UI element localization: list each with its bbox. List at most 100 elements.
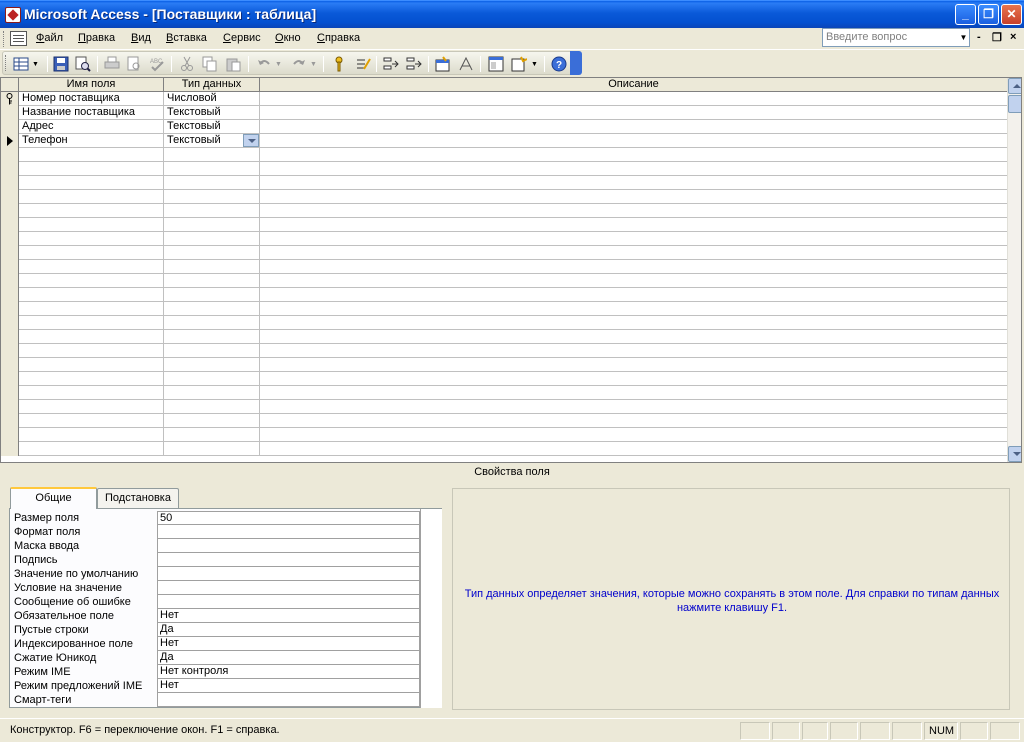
property-value-input[interactable]: Нет [157, 609, 420, 623]
new-object-dropdown-icon[interactable]: ▼ [531, 61, 538, 68]
view-dropdown-icon[interactable]: ▼ [32, 61, 39, 68]
description-cell[interactable] [260, 330, 1007, 344]
indexes-icon[interactable] [355, 56, 371, 72]
property-value-input[interactable]: Да [157, 623, 420, 637]
empty-field-row[interactable] [1, 204, 1007, 218]
field-name-cell[interactable]: Телефон [19, 134, 164, 148]
row-selector[interactable] [1, 358, 19, 372]
undo-icon[interactable] [256, 56, 272, 72]
field-name-cell[interactable] [19, 316, 164, 330]
field-name-cell[interactable]: Название поставщика [19, 106, 164, 120]
field-name-cell[interactable]: Номер поставщика [19, 92, 164, 106]
data-type-cell[interactable] [164, 288, 260, 302]
cut-icon[interactable] [179, 56, 195, 72]
field-name-cell[interactable] [19, 162, 164, 176]
field-name-cell[interactable] [19, 148, 164, 162]
row-selector[interactable] [1, 232, 19, 246]
data-type-cell[interactable] [164, 372, 260, 386]
header-data-type[interactable]: Тип данных [164, 78, 260, 92]
row-selector[interactable] [1, 148, 19, 162]
field-name-cell[interactable] [19, 176, 164, 190]
data-type-cell[interactable] [164, 302, 260, 316]
empty-field-row[interactable] [1, 414, 1007, 428]
tab-lookup[interactable]: Подстановка [97, 488, 179, 508]
copy-icon[interactable] [202, 56, 218, 72]
empty-field-row[interactable] [1, 148, 1007, 162]
help-dropdown-icon[interactable]: ▼ [958, 29, 969, 46]
description-cell[interactable] [260, 176, 1007, 190]
data-type-cell[interactable] [164, 442, 260, 456]
empty-field-row[interactable] [1, 190, 1007, 204]
property-value-input[interactable] [157, 539, 420, 553]
field-name-cell[interactable] [19, 190, 164, 204]
data-type-cell[interactable]: Текстовый [164, 106, 260, 120]
row-selector[interactable] [1, 386, 19, 400]
primary-key-icon[interactable] [331, 56, 347, 72]
description-cell[interactable] [260, 134, 1007, 148]
description-cell[interactable] [260, 274, 1007, 288]
data-type-cell[interactable] [164, 232, 260, 246]
undo-dropdown-icon[interactable]: ▼ [275, 61, 282, 68]
empty-field-row[interactable] [1, 372, 1007, 386]
empty-field-row[interactable] [1, 232, 1007, 246]
empty-field-row[interactable] [1, 330, 1007, 344]
description-cell[interactable] [260, 204, 1007, 218]
row-selector[interactable] [1, 316, 19, 330]
redo-dropdown-icon[interactable]: ▼ [310, 61, 317, 68]
empty-field-row[interactable] [1, 176, 1007, 190]
database-window-icon[interactable] [488, 56, 504, 72]
description-cell[interactable] [260, 260, 1007, 274]
row-selector[interactable] [1, 372, 19, 386]
menu-tools[interactable]: Сервис [223, 32, 261, 44]
empty-field-row[interactable] [1, 288, 1007, 302]
description-cell[interactable] [260, 190, 1007, 204]
data-type-cell[interactable] [164, 148, 260, 162]
data-type-cell[interactable]: Числовой [164, 92, 260, 106]
menu-help[interactable]: Справка [317, 32, 360, 44]
field-name-cell[interactable] [19, 428, 164, 442]
delete-rows-icon[interactable] [406, 56, 422, 72]
description-cell[interactable] [260, 428, 1007, 442]
field-row[interactable]: Номер поставщика Числовой [1, 92, 1007, 106]
field-row[interactable]: Название поставщика Текстовый [1, 106, 1007, 120]
mdi-minimize-button[interactable]: - [977, 31, 981, 43]
data-type-cell[interactable] [164, 358, 260, 372]
row-selector[interactable] [1, 400, 19, 414]
data-type-cell[interactable] [164, 344, 260, 358]
row-selector[interactable] [1, 414, 19, 428]
field-name-cell[interactable] [19, 414, 164, 428]
field-name-cell[interactable] [19, 372, 164, 386]
data-type-cell[interactable] [164, 428, 260, 442]
empty-field-row[interactable] [1, 302, 1007, 316]
description-cell[interactable] [260, 344, 1007, 358]
properties-icon[interactable] [435, 56, 451, 72]
field-name-cell[interactable] [19, 232, 164, 246]
data-type-cell[interactable] [164, 414, 260, 428]
row-selector[interactable] [1, 428, 19, 442]
data-type-cell[interactable] [164, 176, 260, 190]
row-selector[interactable] [1, 92, 19, 106]
paste-icon[interactable] [225, 56, 241, 72]
empty-field-row[interactable] [1, 246, 1007, 260]
description-cell[interactable] [260, 372, 1007, 386]
property-value-input[interactable] [157, 553, 420, 567]
redo-icon[interactable] [291, 56, 307, 72]
maximize-button[interactable]: ❐ [978, 4, 999, 25]
row-selector[interactable] [1, 260, 19, 274]
description-cell[interactable] [260, 162, 1007, 176]
toolbar-grip[interactable] [5, 55, 8, 71]
menu-grip[interactable] [3, 31, 6, 47]
description-cell[interactable] [260, 232, 1007, 246]
row-selector[interactable] [1, 162, 19, 176]
menu-edit[interactable]: Правка [78, 32, 115, 44]
field-name-cell[interactable] [19, 288, 164, 302]
row-selector[interactable] [1, 330, 19, 344]
empty-field-row[interactable] [1, 428, 1007, 442]
row-selector[interactable] [1, 204, 19, 218]
menu-window[interactable]: Окно [275, 32, 301, 44]
search-icon[interactable] [75, 56, 91, 72]
field-name-cell[interactable]: Адрес [19, 120, 164, 134]
empty-field-row[interactable] [1, 358, 1007, 372]
row-selector[interactable] [1, 344, 19, 358]
access-app-icon[interactable] [5, 7, 21, 23]
